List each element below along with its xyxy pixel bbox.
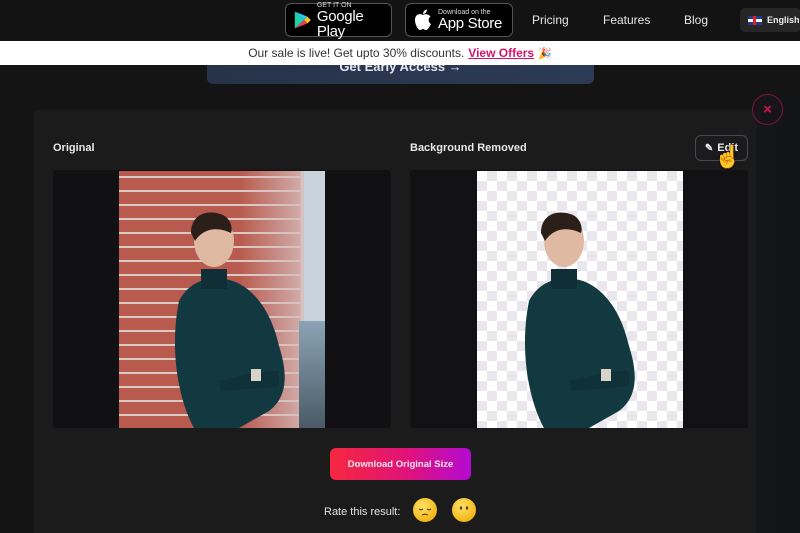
uk-flag-icon xyxy=(748,15,762,25)
apple-icon xyxy=(415,9,431,30)
download-original-button[interactable]: Download Original Size xyxy=(330,448,471,480)
person-figure xyxy=(174,212,285,428)
rating-neutral-icon[interactable] xyxy=(452,498,476,522)
party-icon: 🎉 xyxy=(538,47,552,60)
google-play-icon xyxy=(294,11,311,29)
background-removed-photo xyxy=(477,171,683,428)
nav-features[interactable]: Features xyxy=(603,13,650,27)
original-label: Original xyxy=(53,142,95,154)
close-icon: × xyxy=(763,101,772,118)
language-selector[interactable]: English xyxy=(740,8,800,32)
nav-blog[interactable]: Blog xyxy=(684,13,708,27)
pencil-icon: ✎ xyxy=(704,142,714,154)
view-offers-link[interactable]: View Offers xyxy=(468,46,534,60)
rating-sad-icon[interactable] xyxy=(413,498,437,522)
app-store-button[interactable]: Download on the App Store xyxy=(405,3,513,37)
background-removed-label: Background Removed xyxy=(410,142,527,154)
original-photo xyxy=(119,171,325,428)
language-label: English xyxy=(767,15,800,25)
nav-pricing[interactable]: Pricing xyxy=(532,13,569,27)
google-play-big: Google Play xyxy=(316,7,364,40)
hand-cursor-icon: ☝ xyxy=(714,144,742,169)
top-nav: GET IT ON Google Play Download on the Ap… xyxy=(0,0,800,40)
rate-label: Rate this result: xyxy=(324,506,401,518)
sale-banner: Our sale is live! Get upto 30% discounts… xyxy=(0,41,800,65)
banner-text: Our sale is live! Get upto 30% discounts… xyxy=(248,46,465,60)
person-cutout xyxy=(524,212,635,428)
google-play-button[interactable]: GET IT ON Google Play xyxy=(285,2,392,40)
neutral-face-icon xyxy=(459,506,469,510)
close-button[interactable]: × xyxy=(752,94,783,125)
modal-shadow xyxy=(756,100,800,533)
app-store-big: App Store xyxy=(438,15,503,32)
sad-face-icon xyxy=(418,508,432,516)
